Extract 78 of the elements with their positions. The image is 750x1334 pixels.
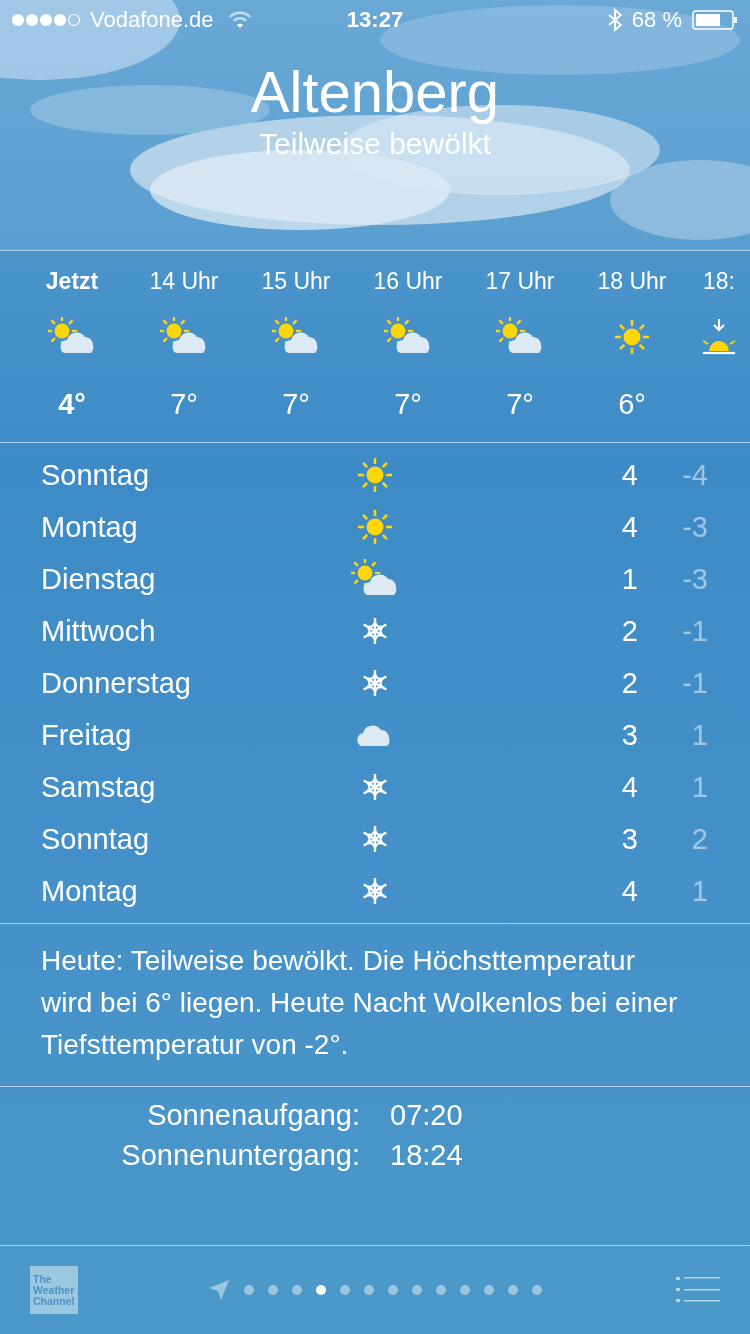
low-temperature: 1 <box>690 718 708 752</box>
high-temperature: 4 <box>620 458 638 492</box>
cloud-icon <box>357 723 393 747</box>
page-dot[interactable] <box>364 1285 374 1295</box>
high-temperature: 3 <box>620 718 638 752</box>
high-temperature: 2 <box>620 666 638 700</box>
page-dot[interactable] <box>532 1285 542 1295</box>
day-name: Sonntag <box>41 822 151 856</box>
day-name: Freitag <box>41 718 133 752</box>
wifi-icon <box>227 11 252 29</box>
page-dot[interactable] <box>436 1285 446 1295</box>
weather-channel-logo[interactable]: The Weather Channel <box>30 1266 78 1314</box>
hour-label: 15 Uhr <box>261 267 331 295</box>
page-dot[interactable] <box>340 1285 350 1295</box>
forecast-summary: Heute: Teilweise bewölkt. Die Höchsttemperatur wird bei 6° liegen. Heute Nacht Wolkenlos bei einer Tiefsttemperatur von -2°. <box>0 924 750 1087</box>
day-name: Sonntag <box>41 458 151 492</box>
low-temperature: 1 <box>690 770 708 804</box>
snowflake-icon <box>360 668 390 698</box>
city-name: Altenberg <box>250 60 500 124</box>
page-dot[interactable] <box>268 1285 278 1295</box>
hour-label: Jetzt <box>45 267 99 295</box>
low-temperature: -3 <box>681 562 708 596</box>
list-icon[interactable] <box>676 1277 720 1303</box>
low-temperature: -3 <box>681 510 708 544</box>
low-temperature: -1 <box>681 666 708 700</box>
hour-label: 18: <box>703 267 735 295</box>
low-temperature: 1 <box>690 874 708 908</box>
hour-temperature: 7° <box>282 387 310 421</box>
signal-icon <box>12 12 82 28</box>
carrier-name: Vodafone.de <box>90 7 214 33</box>
page-dot[interactable] <box>508 1285 518 1295</box>
day-name: Samstag <box>41 770 157 804</box>
hour-label: 14 Uhr <box>149 267 219 295</box>
page-dot[interactable] <box>292 1285 302 1295</box>
bluetooth-icon <box>607 8 622 32</box>
high-temperature: 4 <box>620 510 638 544</box>
day-name: Dienstag <box>41 562 157 596</box>
clock-time: 13:27 <box>346 7 404 33</box>
day-name: Montag <box>41 510 139 544</box>
day-name: Mittwoch <box>41 614 157 648</box>
day-name: Donnerstag <box>41 666 192 700</box>
hour-temperature: 7° <box>170 387 198 421</box>
high-temperature: 1 <box>620 562 638 596</box>
detail-label: Sonnenaufgang: <box>146 1098 360 1133</box>
page-dot[interactable] <box>244 1285 254 1295</box>
page-dot[interactable] <box>412 1285 422 1295</box>
day-name: Montag <box>41 874 139 908</box>
hour-temperature: 4° <box>58 387 86 421</box>
low-temperature: 2 <box>690 822 708 856</box>
location-arrow-icon[interactable] <box>208 1279 230 1301</box>
snowflake-icon <box>360 876 390 906</box>
battery-icon <box>692 10 738 30</box>
page-dot[interactable] <box>388 1285 398 1295</box>
hour-temperature: 7° <box>394 387 422 421</box>
detail-value: 07:20 <box>390 1098 464 1133</box>
battery-percentage: 68 % <box>631 7 682 33</box>
snowflake-icon <box>360 616 390 646</box>
high-temperature: 2 <box>620 614 638 648</box>
snowflake-icon <box>360 824 390 854</box>
sun-icon <box>355 455 395 495</box>
high-temperature: 4 <box>620 770 638 804</box>
hour-label: 18 Uhr <box>597 267 667 295</box>
low-temperature: -1 <box>681 614 708 648</box>
hour-label: 17 Uhr <box>485 267 555 295</box>
low-temperature: -4 <box>681 458 708 492</box>
sun-icon <box>355 507 395 547</box>
hour-temperature: 7° <box>506 387 534 421</box>
hour-temperature: 6° <box>618 387 646 421</box>
snowflake-icon <box>360 772 390 802</box>
page-dot[interactable] <box>316 1285 326 1295</box>
page-dot[interactable] <box>460 1285 470 1295</box>
detail-value: 18:24 <box>390 1138 464 1173</box>
high-temperature: 3 <box>620 822 638 856</box>
hour-label: 16 Uhr <box>373 267 443 295</box>
sun-icon <box>612 317 652 357</box>
page-dot[interactable] <box>484 1285 494 1295</box>
high-temperature: 4 <box>620 874 638 908</box>
detail-label: Sonnenuntergang: <box>120 1138 360 1173</box>
